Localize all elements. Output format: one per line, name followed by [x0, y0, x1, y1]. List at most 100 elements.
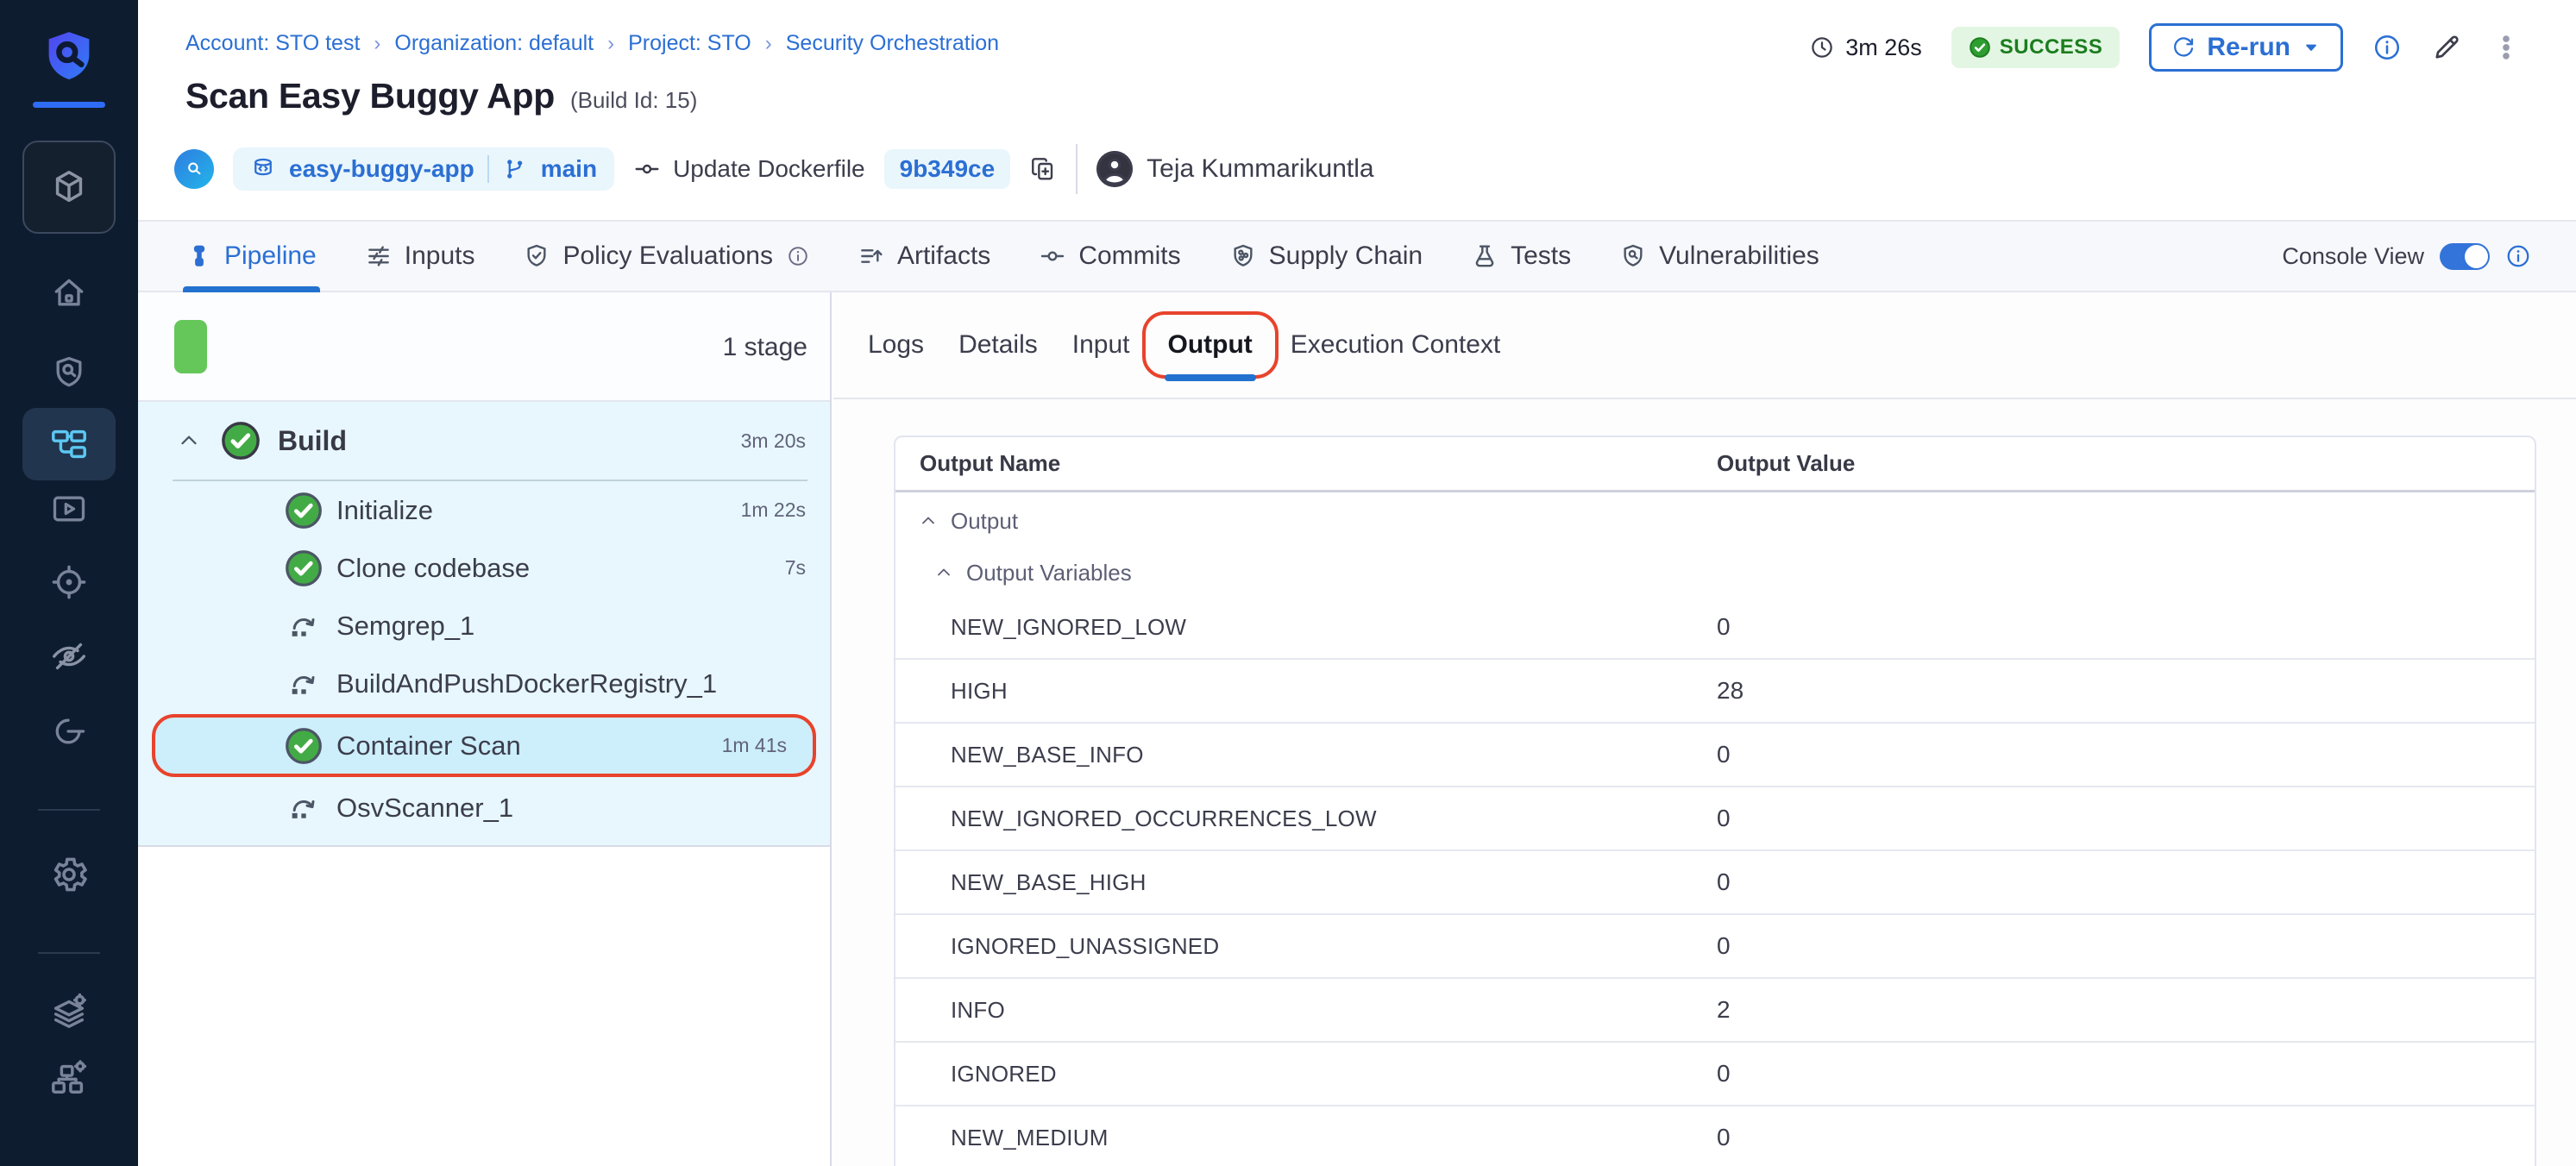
- info-icon[interactable]: [2372, 33, 2402, 62]
- tab-inputs[interactable]: Inputs: [365, 222, 475, 291]
- commit-icon: [633, 155, 661, 183]
- info-icon[interactable]: [2505, 243, 2531, 269]
- table-row: NEW_BASE_HIGH0: [895, 851, 2535, 915]
- pipelines-icon: [22, 408, 116, 480]
- pill-divider: [487, 155, 489, 183]
- harness-sto-logo[interactable]: [0, 26, 138, 88]
- header-divider: [1076, 144, 1078, 194]
- chevron-up-icon[interactable]: [918, 511, 939, 531]
- logo-underline: [33, 102, 105, 108]
- breadcrumb-project[interactable]: Project: STO: [628, 31, 751, 56]
- git-branch-icon: [502, 156, 528, 182]
- tab-tests[interactable]: Tests: [1471, 222, 1571, 291]
- tests-flask-icon: [1471, 242, 1498, 270]
- tab-commits[interactable]: Commits: [1039, 222, 1180, 291]
- table-row: NEW_MEDIUM0: [895, 1106, 2535, 1166]
- vulnerabilities-shield-icon: [1619, 242, 1647, 270]
- tab-supply-chain[interactable]: Supply Chain: [1229, 222, 1423, 291]
- rerun-button[interactable]: Re-run: [2149, 23, 2343, 72]
- success-check-icon: [285, 727, 323, 765]
- tab-pipeline[interactable]: Pipeline: [186, 222, 317, 291]
- check-circle-icon: [1969, 36, 1991, 59]
- toggle-knob: [2465, 245, 2488, 268]
- step-row-clone-codebase[interactable]: Clone codebase 7s: [138, 539, 830, 597]
- test-targets-icon[interactable]: [0, 562, 138, 602]
- tab-details[interactable]: Details: [958, 330, 1038, 360]
- getting-started-icon[interactable]: [0, 712, 138, 750]
- left-nav-sidebar: [0, 0, 138, 1166]
- output-table-header: Output Name Output Value: [895, 437, 2535, 492]
- step-row-initialize[interactable]: Initialize 1m 22s: [138, 481, 830, 539]
- tab-output[interactable]: Output: [1142, 311, 1279, 379]
- executions-icon[interactable]: [0, 490, 138, 528]
- breadcrumb-account[interactable]: Account: STO test: [185, 31, 360, 56]
- step-row-osv-scanner[interactable]: OsvScanner_1: [138, 779, 830, 837]
- stage-row-build[interactable]: Build 3m 20s: [138, 402, 830, 480]
- sidebar-divider: [38, 952, 100, 954]
- breadcrumb-separator: ›: [765, 32, 772, 56]
- step-row-build-and-push[interactable]: BuildAndPushDockerRegistry_1: [138, 655, 830, 712]
- tab-input[interactable]: Input: [1072, 330, 1130, 360]
- step-detail-panel: Logs Details Input Output Execution Cont…: [833, 292, 2576, 1166]
- step-group-loop-icon: [285, 791, 323, 825]
- tab-logs[interactable]: Logs: [868, 330, 924, 360]
- tab-execution-context[interactable]: Execution Context: [1291, 330, 1500, 360]
- execution-duration: 3m 26s: [1845, 34, 1922, 61]
- success-check-icon: [221, 421, 261, 461]
- breadcrumb: Account: STO test › Organization: defaul…: [185, 31, 999, 56]
- harness-pipeline-execution-screen: Account: STO test › Organization: defaul…: [0, 0, 2576, 1166]
- module-switcher-button[interactable]: [0, 141, 138, 234]
- caret-down-icon: [2301, 37, 2322, 58]
- step-row-container-scan[interactable]: Container Scan 1m 41s: [152, 714, 816, 777]
- account-resources-icon[interactable]: [0, 1057, 138, 1097]
- commit-message[interactable]: Update Dockerfile: [673, 155, 865, 183]
- table-row: NEW_IGNORED_LOW0: [895, 596, 2535, 660]
- pipeline-icon: [186, 243, 212, 269]
- success-check-icon: [285, 492, 323, 530]
- tab-artifacts[interactable]: Artifacts: [858, 222, 990, 291]
- info-icon[interactable]: [787, 245, 809, 267]
- settings-gear-icon[interactable]: [0, 854, 138, 895]
- build-meta-row: easy-buggy-app main Update Dockerfile 9b…: [174, 143, 1374, 195]
- exemptions-eye-slash-icon[interactable]: [0, 636, 138, 676]
- user-avatar-icon: [1096, 151, 1133, 187]
- kebab-menu-icon[interactable]: [2491, 33, 2521, 62]
- breadcrumb-separator: ›: [607, 32, 614, 56]
- repository-icon: [250, 156, 276, 182]
- chevron-up-icon[interactable]: [176, 428, 202, 454]
- author-name: Teja Kummarikuntla: [1147, 154, 1373, 184]
- commit-sha-pill[interactable]: 9b349ce: [884, 149, 1011, 189]
- inputs-icon: [365, 242, 393, 270]
- console-view-label: Console View: [2282, 243, 2424, 270]
- sidebar-item-pipelines[interactable]: [0, 408, 138, 480]
- status-label: SUCCESS: [2000, 35, 2103, 60]
- group-row-output[interactable]: Output: [895, 492, 2535, 549]
- tab-policy-evaluations[interactable]: Policy Evaluations: [523, 222, 808, 291]
- table-row: NEW_IGNORED_OCCURRENCES_LOW0: [895, 787, 2535, 851]
- trigger-avatar-icon[interactable]: [174, 149, 214, 189]
- branch-name[interactable]: main: [541, 155, 597, 183]
- stage-status-square: [174, 320, 207, 373]
- tab-vulnerabilities[interactable]: Vulnerabilities: [1619, 222, 1819, 291]
- console-view-toggle[interactable]: [2440, 243, 2490, 270]
- copy-icon[interactable]: [1029, 155, 1057, 183]
- edit-pencil-icon[interactable]: [2431, 32, 2462, 63]
- home-icon[interactable]: [0, 274, 138, 312]
- output-table: Output Name Output Value Output Output V…: [894, 436, 2536, 1166]
- header-actions: 3m 26s SUCCESS Re-run: [1809, 22, 2521, 72]
- sidebar-divider: [38, 809, 100, 811]
- group-row-output-variables[interactable]: Output Variables: [895, 549, 2535, 596]
- page-title: Scan Easy Buggy App: [185, 76, 555, 116]
- chevron-up-icon[interactable]: [933, 562, 954, 583]
- breadcrumb-module[interactable]: Security Orchestration: [786, 31, 999, 56]
- repo-name[interactable]: easy-buggy-app: [289, 155, 474, 183]
- default-settings-icon[interactable]: [0, 992, 138, 1031]
- step-row-semgrep[interactable]: Semgrep_1: [138, 597, 830, 655]
- step-group-loop-icon: [285, 667, 323, 701]
- repo-branch-pill[interactable]: easy-buggy-app main: [233, 147, 614, 191]
- breadcrumb-organization[interactable]: Organization: default: [394, 31, 594, 56]
- shield-search-icon[interactable]: [0, 354, 138, 392]
- stage-name: Build: [278, 425, 347, 457]
- step-group-loop-icon: [285, 609, 323, 643]
- step-detail-tabs: Logs Details Input Output Execution Cont…: [833, 292, 2576, 399]
